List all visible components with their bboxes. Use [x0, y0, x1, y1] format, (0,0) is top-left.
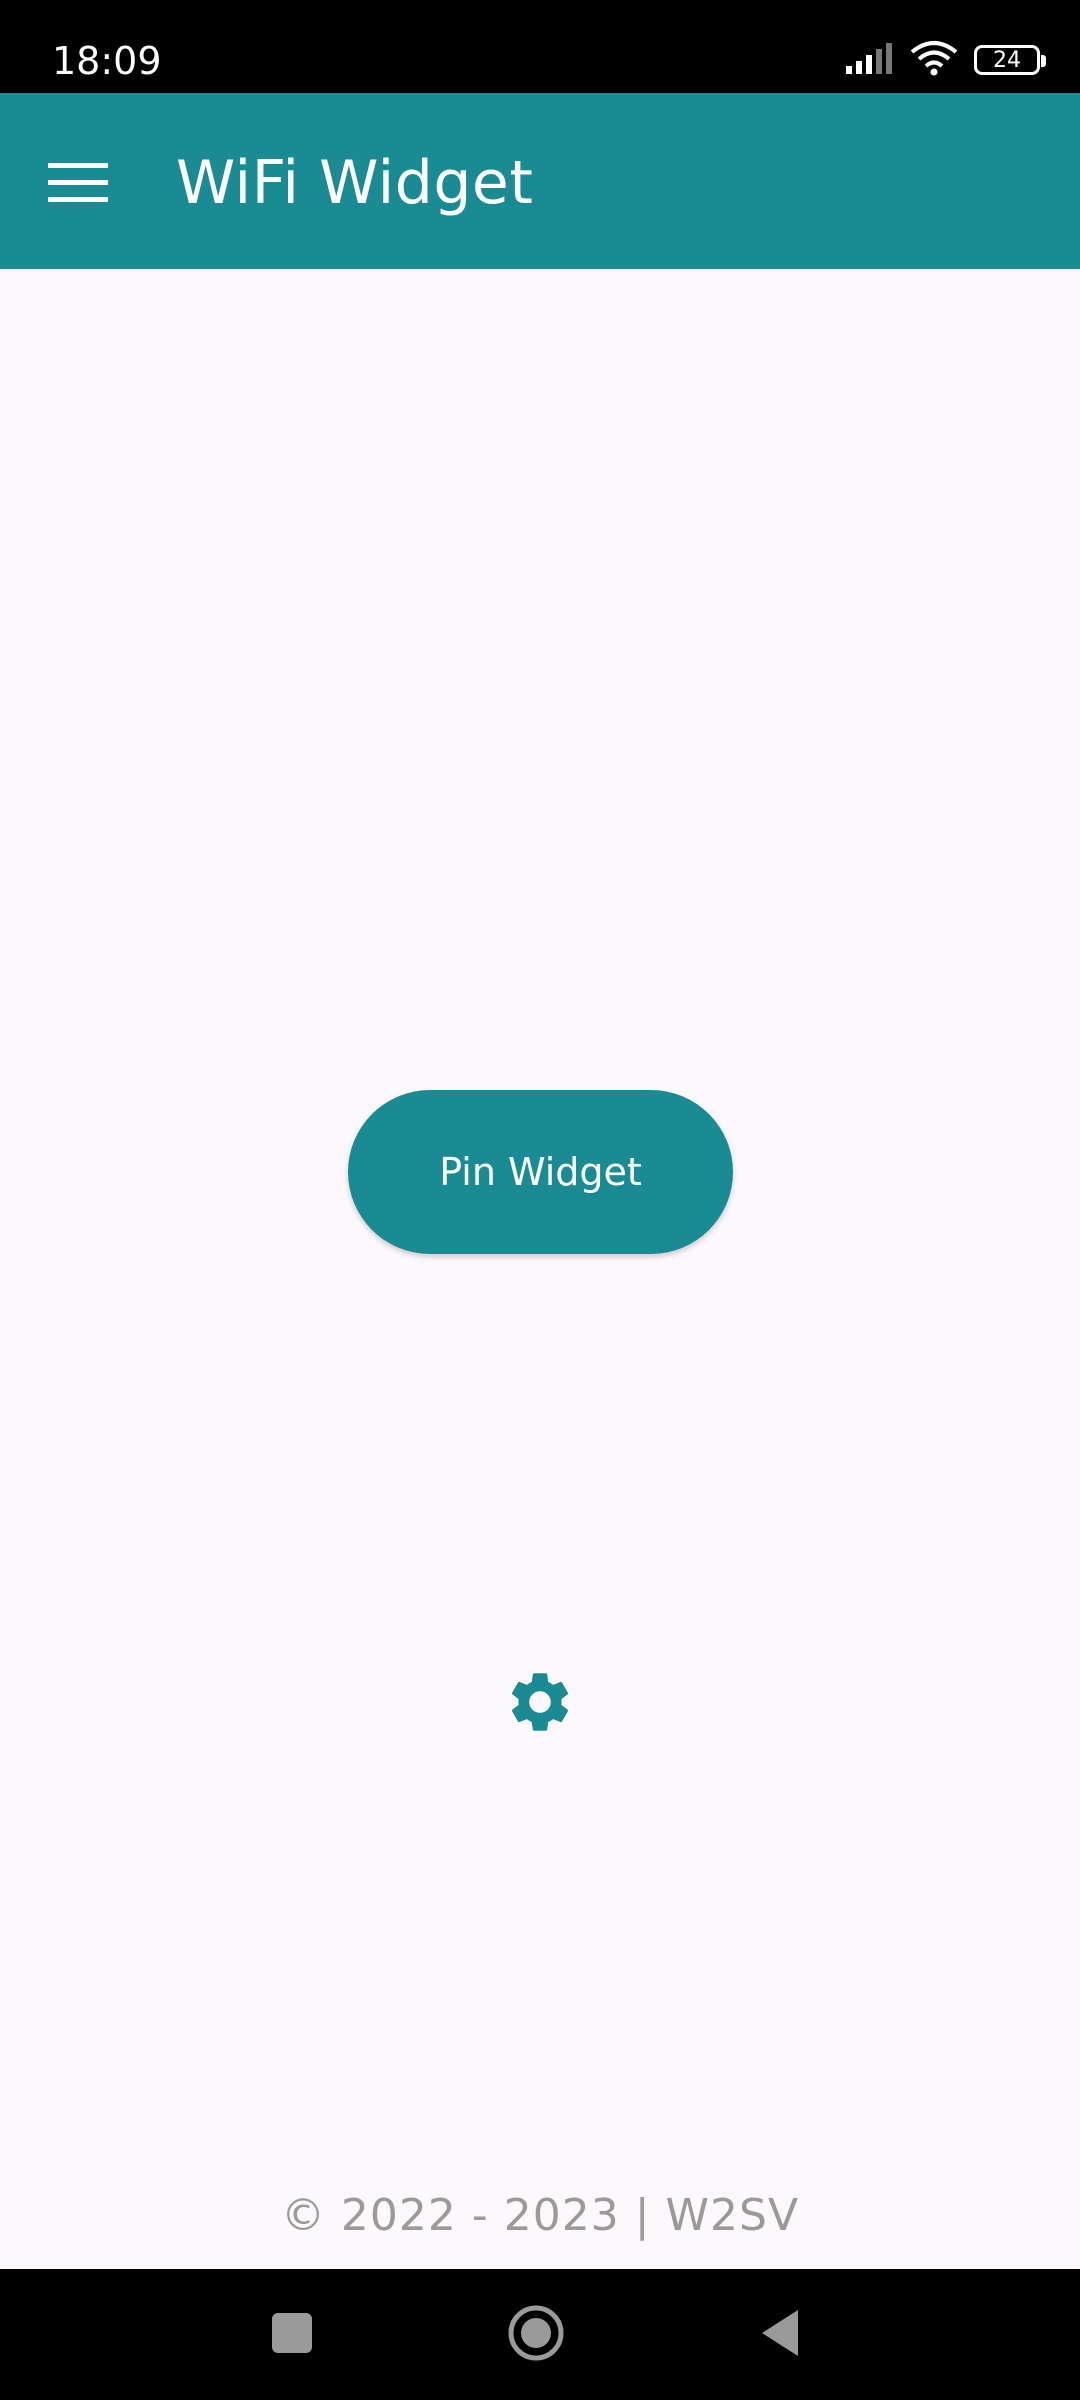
app-title: WiFi Widget: [176, 148, 534, 218]
battery-icon: 24: [974, 45, 1046, 75]
battery-level: 24: [993, 47, 1021, 73]
gear-icon: [504, 1666, 576, 1743]
back-triangle-icon: [758, 2308, 802, 2363]
hamburger-menu-icon: [48, 161, 108, 210]
wifi-icon: [910, 40, 958, 81]
copyright-text: © 2022 - 2023 | W2SV: [280, 2190, 800, 2241]
square-icon: [270, 2311, 314, 2360]
recents-button[interactable]: [244, 2287, 340, 2383]
status-bar: 18:09 24: [0, 0, 1080, 93]
status-time: 18:09: [52, 39, 162, 83]
status-icons: 24: [844, 38, 1046, 82]
signal-icon: [844, 42, 894, 79]
circle-icon: [506, 2303, 566, 2368]
menu-button[interactable]: [30, 137, 126, 233]
pin-widget-button[interactable]: Pin Widget: [348, 1090, 733, 1254]
settings-button[interactable]: [500, 1664, 580, 1744]
navigation-bar: [0, 2269, 1080, 2400]
app-bar: WiFi Widget: [0, 93, 1080, 269]
home-button[interactable]: [488, 2287, 584, 2383]
back-button[interactable]: [732, 2287, 828, 2383]
